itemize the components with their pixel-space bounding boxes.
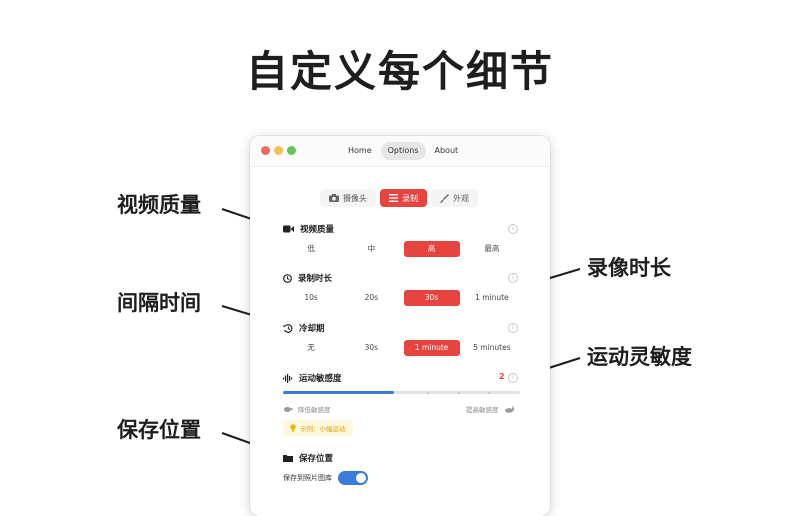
main-nav-tabs: Home Options About xyxy=(341,142,465,160)
record-length-option-20s[interactable]: 20s xyxy=(343,290,399,306)
record-length-option-10s[interactable]: 10s xyxy=(283,290,339,306)
list-icon xyxy=(389,194,398,202)
sensitivity-low-end: 降低敏感度 xyxy=(283,404,331,414)
hare-icon xyxy=(504,405,514,413)
callout-save-location: 保存位置 xyxy=(117,418,201,442)
segment-tab-label: 录制 xyxy=(402,193,418,203)
app-window: Home Options About 摄像头 录制 外观 视频质量 i 低 中 … xyxy=(250,136,550,516)
video-quality-option-high[interactable]: 高 xyxy=(403,241,460,257)
sensitivity-slider-fill xyxy=(283,391,395,394)
nav-tab-options[interactable]: Options xyxy=(380,142,426,160)
slider-tick xyxy=(427,392,429,394)
cooldown-option-5-minutes[interactable]: 5 minutes xyxy=(464,340,520,356)
timer-icon xyxy=(283,273,292,283)
sensitivity-high-end: 提高敏感度 xyxy=(466,404,515,414)
video-quality-label: 视频质量 xyxy=(300,225,335,235)
record-length-title: 录制时长 xyxy=(283,272,332,284)
record-length-label: 录制时长 xyxy=(298,274,333,284)
video-quality-info-icon[interactable]: i xyxy=(508,224,518,234)
segment-tab-label: 外观 xyxy=(453,193,469,203)
video-quality-option-low[interactable]: 低 xyxy=(283,241,339,257)
folder-icon xyxy=(283,455,293,462)
camera-icon xyxy=(329,194,339,202)
sensitivity-value: 2 xyxy=(499,372,505,381)
callout-video-quality: 视频质量 xyxy=(117,193,201,217)
cooldown-title: 冷却期 xyxy=(283,322,325,334)
sensitivity-low-label: 降低敏感度 xyxy=(298,406,331,414)
zoom-window-button[interactable] xyxy=(287,146,296,155)
callout-record-length: 录像时长 xyxy=(587,256,671,280)
nav-tab-home[interactable]: Home xyxy=(341,142,379,160)
save-to-photos-toggle[interactable] xyxy=(338,471,368,485)
record-length-option-1-minute[interactable]: 1 minute xyxy=(464,290,520,306)
cooldown-options: 无 30s 1 minute 5 minutes xyxy=(283,340,520,356)
record-length-option-30s[interactable]: 30s xyxy=(403,290,460,306)
video-quality-options: 低 中 高 最高 xyxy=(283,241,520,257)
slider-tick xyxy=(458,392,460,394)
waveform-icon xyxy=(283,373,293,383)
window-titlebar: Home Options About xyxy=(250,136,550,167)
close-window-button[interactable] xyxy=(261,146,270,155)
save-location-title: 保存位置 xyxy=(283,452,333,464)
segment-tab-camera[interactable]: 摄像头 xyxy=(320,189,376,207)
settings-segment-tabs: 摄像头 录制 外观 xyxy=(320,189,478,207)
callout-motion-sensitivity: 运动灵敏度 xyxy=(587,345,692,369)
sensitivity-slider[interactable] xyxy=(283,391,520,394)
record-length-options: 10s 20s 30s 1 minute xyxy=(283,290,520,306)
cooldown-option-none[interactable]: 无 xyxy=(283,340,339,356)
sensitivity-high-label: 提高敏感度 xyxy=(466,406,499,414)
sensitivity-label: 运动敏感度 xyxy=(299,374,342,384)
segment-tab-label: 摄像头 xyxy=(343,193,367,203)
turtle-icon xyxy=(284,407,293,412)
save-location-label: 保存位置 xyxy=(299,454,334,464)
minimize-window-button[interactable] xyxy=(274,146,283,155)
history-icon xyxy=(283,323,293,333)
cooldown-label: 冷却期 xyxy=(299,324,325,334)
sensitivity-example: 示例：小幅运动 xyxy=(283,420,353,436)
record-length-info-icon[interactable]: i xyxy=(508,273,518,283)
slider-tick xyxy=(488,392,490,394)
lightbulb-icon xyxy=(290,424,296,432)
cooldown-option-1-minute[interactable]: 1 minute xyxy=(403,340,460,356)
segment-tab-appearance[interactable]: 外观 xyxy=(431,189,478,207)
sensitivity-info-icon[interactable]: i xyxy=(508,373,518,383)
cooldown-info-icon[interactable]: i xyxy=(508,323,518,333)
callout-interval: 间隔时间 xyxy=(117,291,201,315)
page-headline: 自定义每个细节 xyxy=(245,47,554,96)
video-quality-title: 视频质量 xyxy=(283,223,334,235)
sensitivity-example-text: 示例：小幅运动 xyxy=(300,425,346,433)
brush-icon xyxy=(440,193,449,203)
save-to-photos-label: 保存到照片图库 xyxy=(283,474,332,482)
nav-tab-about[interactable]: About xyxy=(428,142,466,160)
video-camera-icon xyxy=(283,225,294,233)
video-quality-option-medium[interactable]: 中 xyxy=(343,241,399,257)
segment-tab-record[interactable]: 录制 xyxy=(380,189,427,207)
sensitivity-title: 运动敏感度 xyxy=(283,372,342,384)
video-quality-option-highest[interactable]: 最高 xyxy=(464,241,520,257)
cooldown-option-30s[interactable]: 30s xyxy=(343,340,399,356)
toggle-knob xyxy=(356,473,366,483)
